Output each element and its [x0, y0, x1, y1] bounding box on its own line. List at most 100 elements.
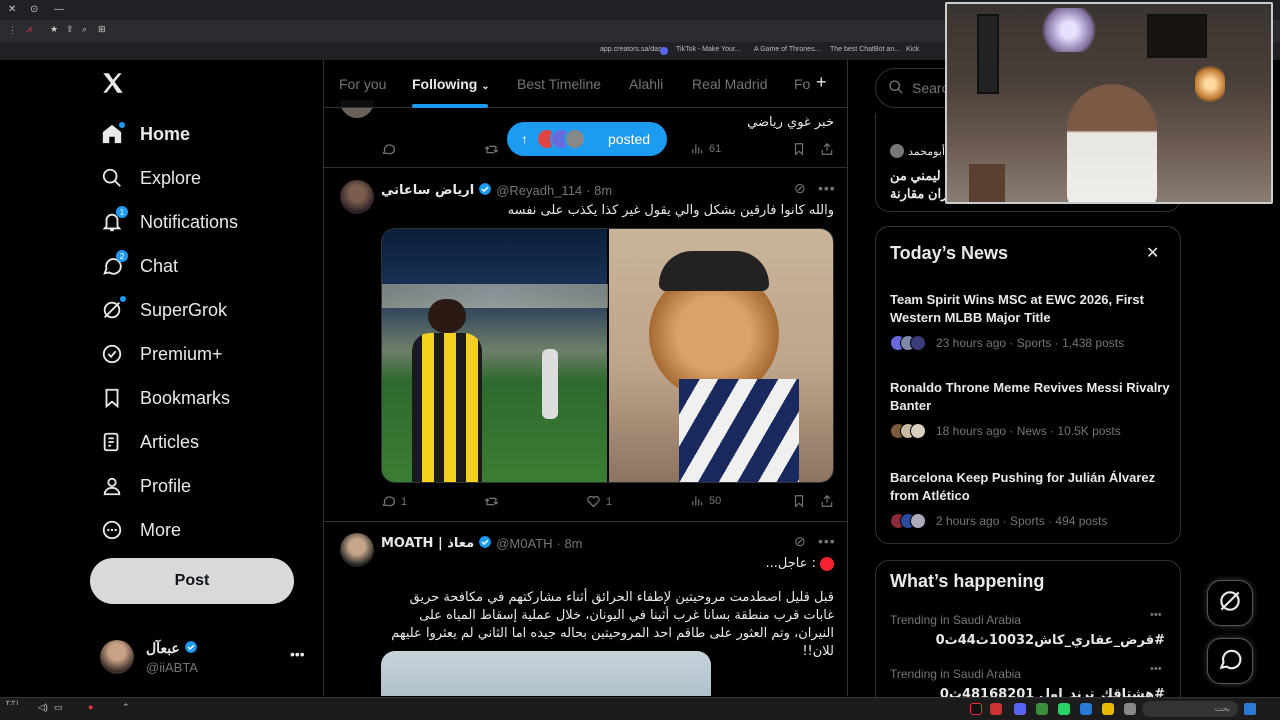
tab-alahli[interactable]: Alahli — [629, 76, 663, 92]
tweet-media[interactable] — [381, 228, 834, 483]
files-icon[interactable] — [1102, 703, 1114, 715]
restore-window-icon[interactable]: ⊙ — [30, 4, 38, 15]
like-button[interactable]: 1 — [586, 494, 612, 509]
nav-premium[interactable]: Premium+ — [100, 336, 223, 372]
media-photo-stadium[interactable] — [382, 229, 608, 482]
tweet-more-icon[interactable]: ••• — [818, 180, 836, 196]
bookmark-5[interactable]: Kick — [906, 46, 919, 53]
grok-fab[interactable] — [1207, 580, 1253, 626]
tab-real-madrid[interactable]: Real Madrid — [692, 76, 767, 92]
discord-icon[interactable] — [1014, 703, 1026, 715]
windows-start-icon[interactable] — [1244, 703, 1256, 715]
account-more-icon[interactable]: ••• — [290, 646, 305, 662]
tweet-more-icon[interactable]: ••• — [818, 533, 836, 549]
bookmark-2[interactable]: TikTok - Make Your... — [676, 46, 741, 53]
whatsapp-icon[interactable] — [1058, 703, 1070, 715]
post-button[interactable]: Post — [90, 558, 294, 604]
share-icon[interactable]: ⇪ — [66, 24, 74, 35]
chevron-up-icon[interactable]: ⌃ — [122, 702, 130, 713]
nav-profile[interactable]: Profile — [100, 468, 191, 504]
tab-best-timeline[interactable]: Best Timeline — [517, 76, 601, 92]
news-item[interactable]: Ronaldo Throne Meme Revives Messi Rivalr… — [890, 379, 1170, 439]
x-logo-icon[interactable] — [100, 70, 126, 96]
news-facepile — [890, 335, 926, 351]
reply-icon[interactable] — [381, 142, 396, 157]
nav-supergrok[interactable]: SuperGrok — [100, 292, 227, 328]
reply-button[interactable]: 1 — [381, 494, 407, 509]
views-stat[interactable]: 50 — [690, 494, 721, 508]
media-photo-cat[interactable] — [608, 229, 833, 482]
nav-notifications[interactable]: 1 Notifications — [100, 204, 238, 240]
volume-icon[interactable]: ◁) — [38, 702, 48, 713]
bookmark-icon[interactable] — [792, 142, 806, 156]
close-window-icon[interactable]: ✕ — [8, 4, 16, 15]
mic-icon[interactable]: ● — [88, 702, 93, 712]
nav-articles[interactable]: Articles — [100, 424, 199, 460]
translate-icon[interactable]: ⊞ — [98, 24, 106, 35]
views-stat[interactable]: 61 — [690, 142, 721, 156]
taskbar-search[interactable]: بحث — [1142, 701, 1238, 717]
tweet-time[interactable]: · 8m — [586, 183, 612, 198]
tweet-author-name[interactable]: MOATH | معاذ — [381, 536, 474, 551]
tweet-author-name[interactable]: ارياض ساعاتي — [381, 183, 474, 198]
tweet-moath[interactable]: MOATH | معاذ @M0ATH · 8m ⊘ ••• : عاجل...… — [324, 523, 847, 696]
avatar[interactable] — [340, 180, 374, 214]
retweet-icon[interactable] — [484, 142, 499, 157]
zoom-icon[interactable]: ⌕ — [82, 24, 87, 35]
nav-bookmarks[interactable]: Bookmarks — [100, 380, 230, 416]
tweet-header: MOATH | معاذ @M0ATH · 8m — [381, 535, 583, 552]
new-posts-pill[interactable]: ↑ posted — [507, 122, 667, 156]
grok-icon[interactable]: ⊘ — [794, 180, 807, 197]
tweet-text: والله كانوا فارقين بشكل والي يقول غير كذ… — [507, 203, 834, 218]
extension-icon[interactable]: ⩘ — [26, 24, 32, 35]
search-icon — [100, 166, 124, 190]
taskbar-clock[interactable]: ٢:٢١ — [6, 700, 19, 708]
tweet-actions: 1 1 50 — [324, 494, 847, 510]
nav-explore[interactable]: Explore — [100, 160, 201, 196]
bookmark-4[interactable]: The best ChatBot an... — [830, 46, 900, 53]
star-bookmark-icon[interactable]: ★ — [50, 24, 58, 35]
verified-badge-icon — [478, 182, 492, 199]
chrome-icon[interactable] — [1036, 703, 1048, 715]
share-icon[interactable] — [820, 494, 834, 508]
trend-more-icon[interactable]: ••• — [1150, 663, 1162, 675]
card-author: أبومحمد — [908, 145, 945, 158]
tweet-author-handle[interactable]: @M0ATH — [496, 536, 552, 551]
nav-more[interactable]: More — [100, 512, 181, 548]
minimize-window-icon[interactable]: — — [54, 4, 64, 15]
tab-following[interactable]: Following ⌄ — [412, 76, 490, 92]
trend-item[interactable]: Trending in Saudi Arabia #قرض_عقاري_كاش1… — [890, 609, 1170, 648]
app-icon[interactable] — [990, 703, 1002, 715]
news-headline: Team Spirit Wins MSC at EWC 2026, First … — [890, 292, 1144, 325]
bookmark-icon[interactable] — [792, 494, 806, 508]
grok-icon[interactable]: ⊘ — [794, 533, 807, 550]
tab-fo[interactable]: Fo — [794, 76, 810, 92]
news-item[interactable]: Team Spirit Wins MSC at EWC 2026, First … — [890, 291, 1170, 351]
retweet-icon[interactable] — [484, 494, 499, 509]
bookmark-1[interactable]: app.creators.sa/das... — [600, 46, 667, 53]
tab-for-you[interactable]: For you — [339, 76, 386, 92]
share-icon[interactable] — [820, 142, 834, 156]
tiktok-icon[interactable] — [970, 703, 982, 715]
tweet-reyadh[interactable]: ارياض ساعاتي @Reyadh_114 · 8m ⊘ ••• والل… — [324, 170, 847, 522]
menu-dots-icon[interactable]: ⋮ — [8, 25, 17, 36]
avatar[interactable] — [340, 533, 374, 567]
nav-chat[interactable]: 2 Chat — [100, 248, 178, 284]
account-switcher[interactable]: عبعآل @iiABTA ••• — [100, 640, 320, 680]
news-item[interactable]: Barcelona Keep Pushing for Julián Álvare… — [890, 469, 1170, 529]
messages-fab[interactable] — [1207, 638, 1253, 684]
app-icon[interactable] — [1080, 703, 1092, 715]
display-icon[interactable]: ▭ — [54, 702, 63, 713]
close-icon[interactable]: ✕ — [1146, 243, 1159, 263]
webcam-frame-right — [1147, 14, 1207, 58]
tweet-time[interactable]: · 8m — [557, 536, 583, 551]
nav-home[interactable]: Home — [100, 116, 190, 152]
news-meta: 18 hours ago · News · 10.5K posts — [936, 424, 1121, 438]
app-icon[interactable] — [1124, 703, 1136, 715]
bookmark-3[interactable]: A Game of Thrones... — [754, 46, 820, 53]
trend-more-icon[interactable]: ••• — [1150, 609, 1162, 621]
tweet-media[interactable] — [381, 651, 711, 696]
add-tab-icon[interactable]: + — [816, 72, 827, 93]
tweet-author-handle[interactable]: @Reyadh_114 — [496, 183, 582, 198]
webcam-hex-lights — [1037, 8, 1101, 52]
